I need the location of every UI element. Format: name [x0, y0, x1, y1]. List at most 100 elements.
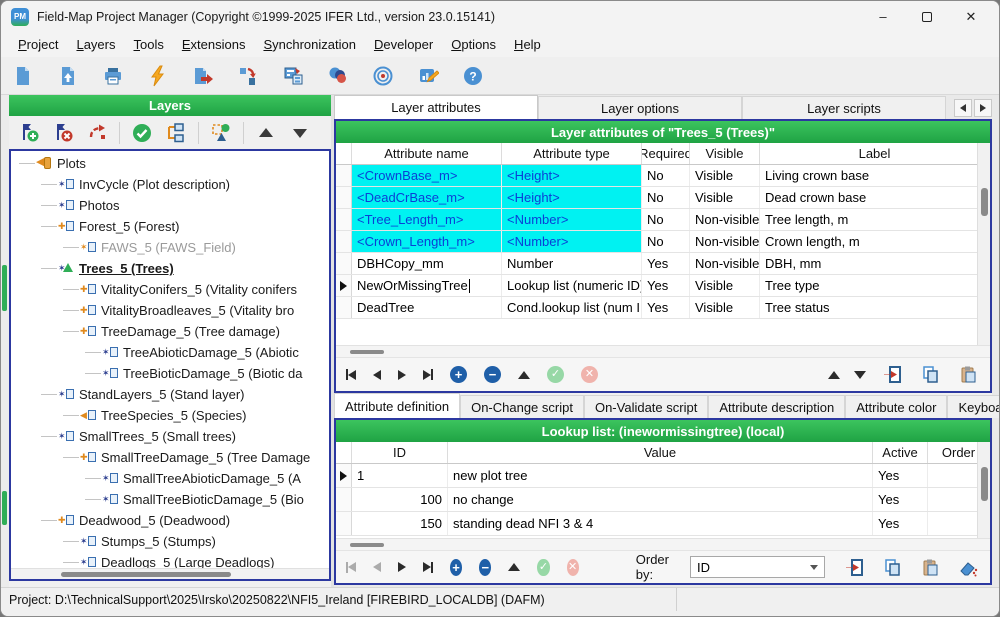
col-id[interactable]: ID — [352, 442, 448, 463]
erase-icon[interactable] — [956, 555, 980, 579]
table-row[interactable]: <Tree_Length_m> <Number> No Non-visible … — [336, 209, 990, 231]
spheres-icon[interactable] — [326, 64, 350, 88]
v-scrollbar-thumb[interactable] — [981, 188, 988, 216]
col-value[interactable]: Value — [448, 442, 873, 463]
nav-last-icon[interactable] — [423, 562, 433, 573]
lookup-horizontal-scrollbar[interactable] — [336, 538, 990, 550]
close-button[interactable]: ✕ — [949, 2, 993, 31]
menu-help[interactable]: Help — [505, 34, 550, 55]
h-scrollbar-thumb[interactable] — [350, 350, 384, 354]
table-row[interactable]: 150 standing dead NFI 3 & 4 Yes — [336, 512, 990, 536]
menu-options[interactable]: Options — [442, 34, 505, 55]
new-project-icon[interactable] — [11, 64, 35, 88]
col-label[interactable]: Label — [760, 143, 990, 164]
nav-next-icon[interactable] — [398, 370, 406, 380]
export-grid-icon[interactable] — [880, 363, 904, 387]
tree-item-trees[interactable]: ✶Trees_5 (Trees) — [11, 258, 329, 279]
tree-item-treebioticdamage[interactable]: ✶TreeBioticDamage_5 (Biotic da — [11, 363, 329, 384]
tree-item-treespecies[interactable]: ◀TreeSpecies_5 (Species) — [11, 405, 329, 426]
tree-item-smalltreebioticdamage[interactable]: ✶SmallTreeBioticDamage_5 (Bio — [11, 489, 329, 510]
nav-sort-icon[interactable] — [508, 563, 520, 571]
tree-item-plots[interactable]: ◀Plots — [11, 153, 329, 174]
move-down-icon[interactable] — [288, 121, 312, 145]
table-row[interactable]: <DeadCrBase_m> <Height> No Visible Dead … — [336, 187, 990, 209]
table-row[interactable]: DeadTree Cond.lookup list (num ID) Yes V… — [336, 297, 990, 319]
quick-actions-icon[interactable] — [146, 64, 170, 88]
tree-item-deadwood[interactable]: ✚Deadwood_5 (Deadwood) — [11, 510, 329, 531]
tab-attribute-description[interactable]: Attribute description — [708, 395, 845, 418]
h-scrollbar-thumb[interactable] — [61, 572, 231, 577]
tab-layer-scripts[interactable]: Layer scripts — [742, 96, 946, 119]
col-attribute-type[interactable]: Attribute type — [502, 143, 642, 164]
tree-item-smalltreeabioticdamage[interactable]: ✶SmallTreeAbioticDamage_5 (A — [11, 468, 329, 489]
tree-item-standlayers[interactable]: ✶StandLayers_5 (Stand layer) — [11, 384, 329, 405]
apply-icon[interactable] — [130, 121, 154, 145]
reorder-layer-icon[interactable] — [85, 121, 109, 145]
table-row[interactable]: DBHCopy_mm Number Yes Non-visible DBH, m… — [336, 253, 990, 275]
export-grid-icon[interactable] — [842, 555, 866, 579]
nav-insert-icon[interactable]: + — [450, 366, 467, 383]
map-editor-icon[interactable] — [416, 64, 440, 88]
minimize-button[interactable]: – — [861, 2, 905, 31]
col-attribute-name[interactable]: Attribute name — [352, 143, 502, 164]
copy-grid-icon[interactable] — [880, 555, 904, 579]
paste-grid-icon[interactable] — [956, 363, 980, 387]
open-project-icon[interactable] — [56, 64, 80, 88]
nav-delete-icon[interactable]: − — [479, 559, 491, 576]
nav-last-icon[interactable] — [423, 369, 433, 380]
nav-cancel-icon[interactable]: ✕ — [581, 366, 598, 383]
tab-on-validate-script[interactable]: On-Validate script — [584, 395, 708, 418]
tab-scroll-left-icon[interactable] — [954, 99, 972, 117]
table-row-current[interactable]: NewOrMissingTree Lookup list (numeric ID… — [336, 275, 990, 297]
geometry-icon[interactable] — [209, 121, 233, 145]
structure-export-icon[interactable] — [236, 64, 260, 88]
tab-layer-options[interactable]: Layer options — [538, 96, 742, 119]
tree-item-smalltreedamage[interactable]: ✚SmallTreeDamage_5 (Tree Damage — [11, 447, 329, 468]
menu-extensions[interactable]: Extensions — [173, 34, 255, 55]
menu-tools[interactable]: Tools — [125, 34, 173, 55]
table-row[interactable]: <CrownBase_m> <Height> No Visible Living… — [336, 165, 990, 187]
table-row-current[interactable]: 1 new plot tree Yes 9 — [336, 464, 990, 488]
nav-prior-icon[interactable] — [373, 562, 381, 572]
copy-grid-icon[interactable] — [918, 363, 942, 387]
menu-project[interactable]: Project — [9, 34, 67, 55]
maximize-button[interactable] — [905, 2, 949, 31]
paste-grid-icon[interactable] — [918, 555, 942, 579]
attributes-horizontal-scrollbar[interactable] — [336, 345, 990, 357]
menu-layers[interactable]: Layers — [67, 34, 124, 55]
print-icon[interactable] — [101, 64, 125, 88]
nav-delete-icon[interactable]: − — [484, 366, 501, 383]
attr-move-down-icon[interactable] — [854, 371, 866, 379]
nav-prior-icon[interactable] — [373, 370, 381, 380]
add-layer-icon[interactable] — [17, 121, 41, 145]
col-active[interactable]: Active — [873, 442, 928, 463]
order-by-select[interactable]: ID — [690, 556, 825, 578]
v-scrollbar-thumb[interactable] — [981, 467, 988, 501]
tree-item-invcycle[interactable]: ✶InvCycle (Plot description) — [11, 174, 329, 195]
tree-item-deadlogs[interactable]: ✶Deadlogs_5 (Large Deadlogs) — [11, 552, 329, 568]
menu-developer[interactable]: Developer — [365, 34, 442, 55]
delete-layer-icon[interactable] — [51, 121, 75, 145]
menu-synchronization[interactable]: Synchronization — [254, 34, 365, 55]
tab-attribute-definition[interactable]: Attribute definition — [334, 393, 460, 418]
nav-first-icon[interactable] — [346, 369, 356, 380]
tree-item-treedamage[interactable]: ✚TreeDamage_5 (Tree damage) — [11, 321, 329, 342]
col-visible[interactable]: Visible — [690, 143, 760, 164]
lookup-vertical-scrollbar[interactable] — [977, 442, 990, 538]
tab-scroll-right-icon[interactable] — [974, 99, 992, 117]
nav-insert-icon[interactable]: + — [450, 559, 462, 576]
tree-item-vitalityconifers[interactable]: ✚VitalityConifers_5 (Vitality conifers — [11, 279, 329, 300]
tree-item-stumps[interactable]: ✶Stumps_5 (Stumps) — [11, 531, 329, 552]
nav-first-icon[interactable] — [346, 562, 356, 573]
copy-structure-icon[interactable] — [281, 64, 305, 88]
table-row[interactable]: 100 no change Yes 1 — [336, 488, 990, 512]
target-icon[interactable] — [371, 64, 395, 88]
attributes-vertical-scrollbar[interactable] — [977, 143, 990, 345]
attr-move-up-icon[interactable] — [828, 371, 840, 379]
tree-item-forest[interactable]: ✚Forest_5 (Forest) — [11, 216, 329, 237]
tab-keyboard[interactable]: Keyboard — [947, 395, 1000, 418]
nav-post-icon[interactable]: ✓ — [537, 559, 549, 576]
nav-post-icon[interactable]: ✓ — [547, 366, 564, 383]
nav-cancel-icon[interactable]: ✕ — [567, 559, 579, 576]
help-icon[interactable]: ? — [461, 64, 485, 88]
